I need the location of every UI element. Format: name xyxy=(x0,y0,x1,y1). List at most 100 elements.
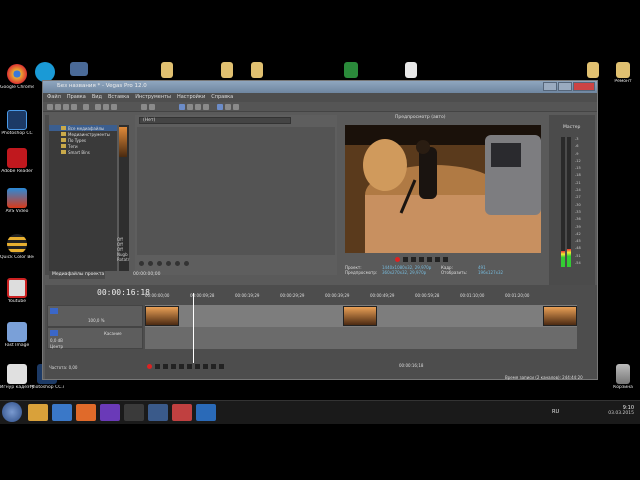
timeline-cursor-time: 00:00:16;18 xyxy=(399,363,424,368)
video-clip-2[interactable] xyxy=(343,306,377,326)
go-end-icon[interactable] xyxy=(203,364,208,369)
desktop-icon-avs[interactable]: AVS Video xyxy=(0,188,34,214)
desktop-icon-photoshop[interactable]: Photoshop CC xyxy=(0,110,34,136)
paste-icon[interactable] xyxy=(111,104,117,110)
menu-file[interactable]: Файл xyxy=(47,93,61,102)
taskbar-app-media-player[interactable] xyxy=(52,404,72,421)
snapping-icon[interactable] xyxy=(217,104,223,110)
playhead-cursor[interactable] xyxy=(193,293,194,363)
maximize-button[interactable] xyxy=(558,82,572,91)
undo-icon[interactable] xyxy=(141,104,147,110)
desktop-icon-doc[interactable] xyxy=(394,62,428,78)
record-icon[interactable] xyxy=(147,364,152,369)
normal-edit-tool-icon[interactable] xyxy=(179,104,185,110)
next-frame-icon[interactable] xyxy=(219,364,224,369)
stop-icon[interactable] xyxy=(187,364,192,369)
record-time-status: Время записи (2 каналов): 244:44:20 xyxy=(505,375,583,380)
audio-track-header[interactable]: 0,0 dB Центр Касание xyxy=(47,327,143,349)
meter-scale-label: -12 xyxy=(575,158,581,163)
new-project-icon[interactable] xyxy=(47,104,53,110)
properties-icon[interactable] xyxy=(83,104,89,110)
play-from-start-icon[interactable] xyxy=(163,364,168,369)
desktop-icon-ignur[interactable]: Игнур кадеэтр xyxy=(0,364,34,390)
timeline-tracks[interactable] xyxy=(145,293,577,363)
desktop-icon-recycle-bin[interactable]: Корзина xyxy=(606,364,640,390)
save-icon[interactable] xyxy=(63,104,69,110)
zoom-tool-icon[interactable] xyxy=(203,104,209,110)
system-tray-clock[interactable]: 9:10 03.03.2015 xyxy=(608,405,634,416)
cut-icon[interactable] xyxy=(95,104,101,110)
loop-icon[interactable] xyxy=(403,257,408,262)
video-track[interactable] xyxy=(145,305,577,327)
desktop-icon-folder-2[interactable] xyxy=(150,62,184,78)
record-icon[interactable] xyxy=(395,257,400,262)
video-clip-1[interactable] xyxy=(145,306,179,326)
menu-help[interactable]: Справка xyxy=(211,93,233,102)
desktop-icon-adobe-reader[interactable]: Adobe Reader xyxy=(0,148,34,174)
next-frame-icon[interactable] xyxy=(184,261,189,266)
menu-insert[interactable]: Вставка xyxy=(108,93,129,102)
meter-scale-label: -9 xyxy=(575,151,579,156)
taskbar-app-app[interactable] xyxy=(196,404,216,421)
next-frame-icon[interactable] xyxy=(443,257,448,262)
play-icon[interactable] xyxy=(411,257,416,262)
play-icon[interactable] xyxy=(148,261,153,266)
start-button[interactable] xyxy=(2,402,22,422)
go-start-icon[interactable] xyxy=(195,364,200,369)
copy-icon[interactable] xyxy=(103,104,109,110)
menu-view[interactable]: Вид xyxy=(92,93,102,102)
tree-item-smart-bins[interactable]: Smart Bins xyxy=(49,149,117,155)
close-button[interactable] xyxy=(573,82,595,91)
menu-options[interactable]: Настройки xyxy=(177,93,205,102)
meter-scale-label: -18 xyxy=(575,173,581,178)
desktop-icon-folder-1[interactable] xyxy=(62,62,96,76)
pause-icon[interactable] xyxy=(179,364,184,369)
taskbar-app-chrome[interactable] xyxy=(76,404,96,421)
tab-project-media[interactable]: Медиафайлы проекта xyxy=(49,271,105,279)
prev-frame-icon[interactable] xyxy=(435,257,440,262)
desktop-icon-excel[interactable] xyxy=(334,62,368,78)
prev-frame-icon[interactable] xyxy=(175,261,180,266)
open-icon[interactable] xyxy=(55,104,61,110)
loop-icon[interactable] xyxy=(139,261,144,266)
desktop-icon-fast-image[interactable]: Fast Image xyxy=(0,322,34,348)
language-indicator[interactable]: RU xyxy=(552,409,559,415)
desktop-icon-youtube[interactable]: Youtube xyxy=(0,278,34,304)
video-clip-3[interactable] xyxy=(543,306,577,326)
desktop-icon-folder-4[interactable] xyxy=(240,62,274,78)
desktop-icon-skype[interactable] xyxy=(28,62,62,82)
pause-icon[interactable] xyxy=(157,261,162,266)
envelope-tool-icon[interactable] xyxy=(187,104,193,110)
taskbar-app-screen[interactable] xyxy=(148,404,168,421)
loop-icon[interactable] xyxy=(155,364,160,369)
play-icon[interactable] xyxy=(171,364,176,369)
desktop-icon-folder-3[interactable] xyxy=(210,62,244,78)
desktop-icon-folder-5[interactable] xyxy=(576,62,610,78)
preset-dropdown[interactable]: (Нет) xyxy=(139,117,291,124)
desktop-icon-remont[interactable]: Ремонт xyxy=(606,62,640,84)
lock-envelopes-icon[interactable] xyxy=(233,104,239,110)
taskbar-app-explorer[interactable] xyxy=(28,404,48,421)
pause-icon[interactable] xyxy=(419,257,424,262)
stop-icon[interactable] xyxy=(427,257,432,262)
timeline-ruler[interactable]: 00:00:00;00 00:00:09;28 00:00:19;29 00:00:2… xyxy=(145,293,577,303)
media-thumbnail[interactable] xyxy=(119,127,127,157)
auto-ripple-icon[interactable] xyxy=(225,104,231,110)
minimize-button[interactable] xyxy=(543,82,557,91)
window-titlebar[interactable]: Без названия * - Vegas Pro 12.0 xyxy=(43,81,597,93)
taskbar-app-visual-studio[interactable] xyxy=(100,404,120,421)
menu-edit[interactable]: Правка xyxy=(67,93,86,102)
selection-tool-icon[interactable] xyxy=(195,104,201,110)
stop-icon[interactable] xyxy=(166,261,171,266)
video-track-header[interactable]: 100,0 % xyxy=(47,305,143,327)
folder-icon xyxy=(161,62,173,78)
render-icon[interactable] xyxy=(71,104,77,110)
prev-frame-icon[interactable] xyxy=(211,364,216,369)
taskbar-app-vegas[interactable] xyxy=(124,404,144,421)
audio-track[interactable] xyxy=(145,327,577,349)
desktop-icon-quick-color[interactable]: Quick Color Bee xyxy=(0,234,34,260)
redo-icon[interactable] xyxy=(149,104,155,110)
menu-tools[interactable]: Инструменты xyxy=(135,93,171,102)
taskbar-app-movie-maker[interactable] xyxy=(172,404,192,421)
preview-quality-dropdown[interactable]: Предпросмотр (авто) xyxy=(395,115,446,120)
